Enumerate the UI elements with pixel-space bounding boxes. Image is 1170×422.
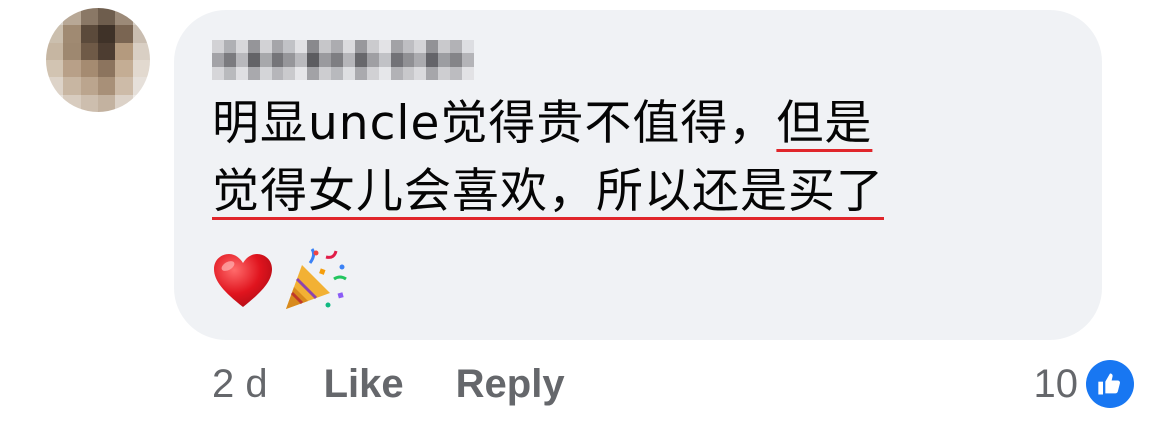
avatar[interactable]	[46, 8, 150, 112]
thumbs-up-icon	[1086, 360, 1134, 408]
party-popper-icon	[286, 248, 347, 309]
reaction-count: 10	[1033, 361, 1079, 406]
comment-actions: 2 d Like Reply	[212, 356, 617, 412]
timestamp[interactable]: 2 d	[212, 362, 268, 407]
emoji-row	[212, 246, 348, 316]
comment-text-underlined-a: 但是	[776, 96, 873, 151]
comment-text: 明显uncle觉得贵不值得，但是觉得女儿会喜欢，所以还是买了	[212, 90, 1082, 226]
author-name-pixelated[interactable]	[212, 40, 474, 80]
comment-text-part1: 明显uncle觉得贵不值得，	[212, 96, 777, 151]
heart-icon	[214, 254, 272, 307]
reaction-summary[interactable]: 10	[1033, 356, 1134, 412]
reply-button[interactable]: Reply	[456, 362, 565, 407]
comment-text-underlined-b: 觉得女儿会喜欢，所以还是买了	[212, 164, 884, 219]
comment-screen: 明显uncle觉得贵不值得，但是 觉得女儿会喜欢，所以还是买了 2 d Like…	[0, 0, 1170, 422]
like-button[interactable]: Like	[324, 362, 404, 407]
